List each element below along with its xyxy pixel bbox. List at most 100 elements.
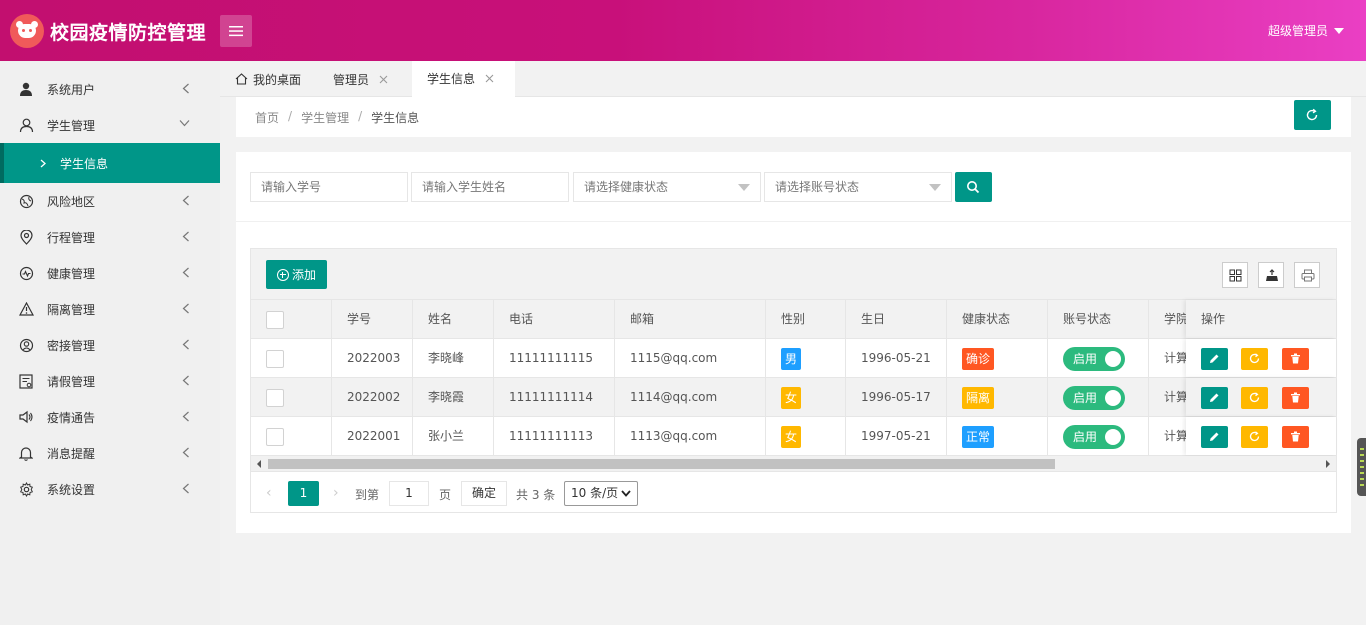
columns-filter-button[interactable]: [1222, 262, 1248, 288]
account-status-toggle[interactable]: 启用: [1063, 385, 1125, 410]
sidebar-item-label: 密接管理: [47, 338, 96, 353]
export-button[interactable]: [1258, 262, 1284, 288]
scrollbar-thumb[interactable]: [268, 459, 1055, 469]
goto-confirm-button[interactable]: 确定: [461, 481, 507, 506]
delete-button[interactable]: [1282, 348, 1309, 370]
sidebar-item-quarantine[interactable]: 隔离管理: [0, 291, 220, 327]
sidebar-item-itinerary[interactable]: 行程管理: [0, 219, 220, 255]
chevron-left-icon: [182, 231, 189, 242]
sidebar-item-messages[interactable]: 消息提醒: [0, 435, 220, 471]
table-toolbar: 添加: [251, 249, 1336, 300]
add-button[interactable]: 添加: [266, 260, 327, 289]
column-header: 姓名: [413, 300, 494, 338]
next-page-icon[interactable]: ›: [333, 485, 339, 501]
chevron-left-icon: [182, 483, 189, 494]
health-status-badge: 确诊: [962, 347, 995, 370]
column-header: 邮箱: [615, 300, 766, 338]
reset-password-button[interactable]: [1241, 426, 1268, 448]
data-table: 添加 学号 姓名 电话 邮箱 性别 生日 健康状态 账号状态 学院 操作 202…: [250, 248, 1337, 513]
goto-label: 到第: [355, 488, 380, 502]
tab-label: 我的桌面: [253, 72, 302, 87]
sidebar-item-label: 风险地区: [47, 194, 96, 209]
edit-button[interactable]: [1201, 426, 1228, 448]
breadcrumb-parent[interactable]: 学生管理: [301, 109, 349, 126]
sidebar-item-student-management[interactable]: 学生管理: [0, 107, 220, 143]
sidebar-item-label: 隔离管理: [47, 302, 96, 317]
column-header: 健康状态: [947, 300, 1048, 338]
refresh-icon: [1249, 392, 1260, 403]
account-status-toggle[interactable]: 启用: [1063, 424, 1125, 449]
user-menu[interactable]: 超级管理员: [1268, 22, 1344, 39]
cell-phone: 11111111113: [494, 417, 615, 455]
export-icon: [1266, 269, 1278, 281]
sidebar-item-notices[interactable]: 疫情通告: [0, 399, 220, 435]
row-checkbox[interactable]: [266, 389, 284, 407]
globe-icon: [18, 193, 34, 209]
tab-student-info[interactable]: 学生信息: [412, 61, 515, 97]
edit-button[interactable]: [1201, 387, 1228, 409]
cell-birthday: 1996-05-21: [846, 339, 947, 377]
account-status-select[interactable]: 请选择账号状态: [764, 172, 952, 202]
tab-admins[interactable]: 管理员: [333, 61, 388, 97]
sidebar-item-label: 系统设置: [47, 482, 96, 497]
tab-label: 管理员: [333, 72, 370, 87]
row-checkbox[interactable]: [266, 428, 284, 446]
current-page[interactable]: 1: [288, 481, 319, 506]
placeholder-text: 请选择账号状态: [775, 180, 860, 194]
plus-circle-icon: [276, 268, 289, 281]
table-row: 2022003 李晓峰 11111111115 1115@qq.com 男 19…: [251, 339, 1336, 378]
delete-button[interactable]: [1282, 426, 1309, 448]
close-icon[interactable]: [485, 74, 494, 83]
close-icon[interactable]: [379, 75, 388, 84]
sidebar-item-system-users[interactable]: 系统用户: [0, 71, 220, 107]
account-status-toggle[interactable]: 启用: [1063, 346, 1125, 371]
person-outline-icon: [18, 117, 34, 133]
breadcrumb-home[interactable]: 首页: [255, 109, 279, 126]
search-button[interactable]: [955, 172, 992, 202]
table-header: 学号 姓名 电话 邮箱 性别 生日 健康状态 账号状态 学院 操作: [251, 300, 1336, 339]
reset-password-button[interactable]: [1241, 387, 1268, 409]
menu-toggle-button[interactable]: [220, 15, 252, 47]
sidebar-item-settings[interactable]: 系统设置: [0, 471, 220, 507]
prev-page-icon[interactable]: ‹: [266, 485, 272, 501]
cell-email: 1113@qq.com: [615, 417, 766, 455]
bell-icon: [18, 445, 34, 461]
page-size-select[interactable]: 10 条/页: [564, 481, 638, 506]
cell-student-id: 2022003: [332, 339, 413, 377]
goto-page-input[interactable]: 1: [389, 481, 429, 506]
sidebar-item-label: 消息提醒: [47, 446, 96, 461]
chevron-left-icon: [182, 83, 189, 94]
edit-button[interactable]: [1201, 348, 1228, 370]
horizontal-scrollbar[interactable]: [251, 456, 1336, 471]
scroll-right-arrow-icon[interactable]: [1326, 460, 1330, 468]
tab-desktop[interactable]: 我的桌面: [235, 61, 301, 97]
health-status-select[interactable]: 请选择健康状态: [573, 172, 761, 202]
sidebar-item-close-contacts[interactable]: 密接管理: [0, 327, 220, 363]
placeholder-text: 请选择健康状态: [584, 180, 669, 194]
reset-password-button[interactable]: [1241, 348, 1268, 370]
select-all-checkbox[interactable]: [266, 311, 284, 329]
form-icon: [18, 373, 34, 389]
student-id-input[interactable]: 请输入学号: [250, 172, 408, 202]
refresh-button[interactable]: [1294, 100, 1331, 130]
floating-side-widget[interactable]: [1357, 438, 1366, 496]
scroll-left-arrow-icon[interactable]: [257, 460, 261, 468]
cell-phone: 11111111115: [494, 339, 615, 377]
sidebar-item-health[interactable]: 健康管理: [0, 255, 220, 291]
pencil-icon: [1210, 393, 1219, 402]
print-button[interactable]: [1294, 262, 1320, 288]
table-row: 2022002 李晓霞 11111111114 1114@qq.com 女 19…: [251, 378, 1336, 417]
row-checkbox[interactable]: [266, 350, 284, 368]
gender-badge: 男: [781, 347, 802, 370]
delete-button[interactable]: [1282, 387, 1309, 409]
sidebar-item-risk-areas[interactable]: 风险地区: [0, 183, 220, 219]
chevron-left-icon: [182, 447, 189, 458]
cell-birthday: 1996-05-17: [846, 378, 947, 416]
sidebar-item-leave[interactable]: 请假管理: [0, 363, 220, 399]
sidebar-subitem-student-info[interactable]: 学生信息: [0, 143, 220, 183]
top-header: 校园疫情防控管理 超级管理员: [0, 0, 1366, 61]
chevron-left-icon: [182, 195, 189, 206]
column-header: 学号: [332, 300, 413, 338]
student-name-input[interactable]: 请输入学生姓名: [411, 172, 569, 202]
cell-name: 李晓霞: [413, 378, 494, 416]
